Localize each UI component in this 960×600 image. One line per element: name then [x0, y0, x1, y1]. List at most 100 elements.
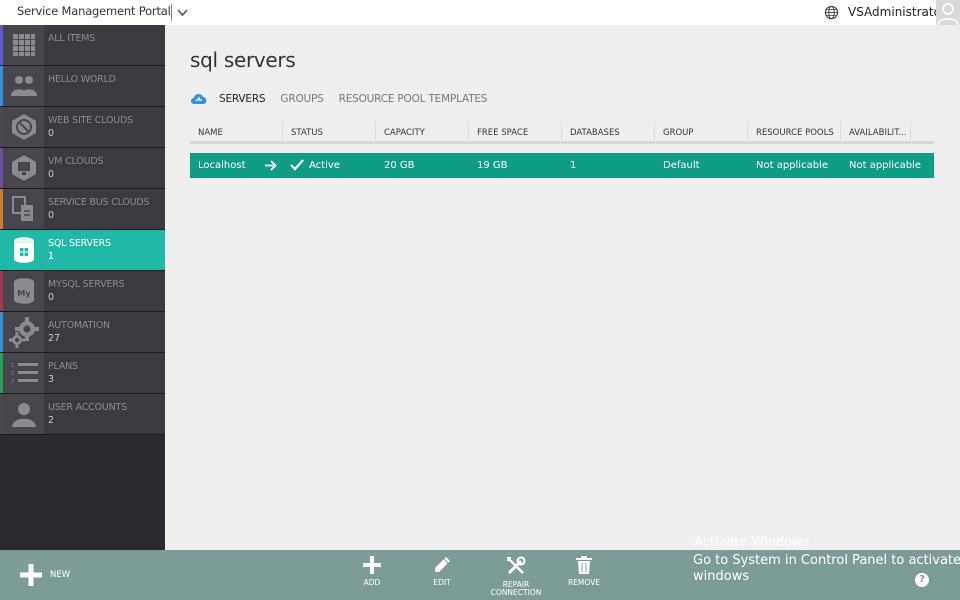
- column-header-name[interactable]: NAME: [190, 122, 283, 144]
- sidebar-item-vm-clouds[interactable]: VM CLOUDS 0: [0, 148, 165, 189]
- tools-icon: [507, 556, 526, 575]
- sidebar-item-label: ALL ITEMS: [48, 33, 96, 44]
- sidebar-item-plans[interactable]: 1 2 3 PLANS 3: [0, 353, 165, 394]
- mysql-icon: My: [13, 278, 34, 304]
- database-icon: [13, 237, 34, 263]
- sidebar-item-label: SQL SERVERS: [48, 238, 111, 249]
- new-button-label: NEW: [50, 570, 71, 580]
- help-icon[interactable]: ?: [915, 573, 929, 587]
- people-icon: [10, 76, 37, 96]
- sidebar-item-user-accounts[interactable]: USER ACCOUNTS 2: [0, 394, 165, 435]
- column-header-availability[interactable]: AVAILABILIT...: [841, 122, 911, 144]
- table-header: NAME STATUS CAPACITY FREE SPACE DATABASE…: [190, 122, 934, 144]
- sidebar-item-sql-servers[interactable]: SQL SERVERS 1: [0, 230, 165, 271]
- sidebar-item-count: 1: [48, 251, 55, 262]
- sidebar-item-count: 27: [48, 333, 61, 344]
- cell-free-space: 19 GB: [477, 160, 508, 171]
- user-name[interactable]: VSAdministrator: [848, 5, 946, 19]
- tab-resource-pool-templates[interactable]: RESOURCE POOL TEMPLATES: [339, 93, 488, 105]
- service-bus-icon: [11, 196, 33, 221]
- add-button-label: ADD: [363, 578, 381, 587]
- sidebar-item-label: HELLO WORLD: [48, 74, 116, 85]
- sidebar-item-count: 2: [48, 415, 55, 426]
- chevron-down-icon[interactable]: [176, 6, 189, 19]
- sidebar-item-label: VM CLOUDS: [48, 156, 104, 167]
- cell-group: Default: [663, 160, 700, 171]
- sidebar-item-service-bus-clouds[interactable]: SERVICE BUS CLOUDS 0: [0, 189, 165, 230]
- column-header-group[interactable]: GROUP: [655, 122, 748, 144]
- add-button[interactable]: ADD: [357, 556, 387, 600]
- sidebar-item-count: 0: [48, 292, 55, 303]
- edit-button[interactable]: EDIT: [427, 556, 457, 600]
- sidebar-item-mysql-servers[interactable]: My MYSQL SERVERS 0: [0, 271, 165, 312]
- svg-text:2: 2: [11, 371, 14, 377]
- title-divider: [171, 4, 172, 21]
- table-row[interactable]: Localhost Active 20 GB 19 GB 1 Default N…: [190, 153, 934, 178]
- icon-box: 1 2 3: [3, 353, 44, 393]
- portal-title[interactable]: Service Management Portal: [17, 4, 171, 18]
- sidebar-item-count: 0: [48, 210, 55, 221]
- icon-box: [3, 66, 44, 106]
- remove-button[interactable]: REMOVE: [564, 556, 604, 600]
- sidebar-item-web-site-clouds[interactable]: WEB SITE CLOUDS 0: [0, 107, 165, 148]
- icon-box: [3, 394, 44, 434]
- edit-button-label: EDIT: [433, 578, 451, 587]
- tab-groups[interactable]: GROUPS: [280, 93, 323, 105]
- cell-capacity: 20 GB: [384, 160, 415, 171]
- sidebar-item-count: 0: [48, 169, 55, 180]
- column-header-resource-pools[interactable]: RESOURCE POOLS: [748, 122, 841, 144]
- repair-connection-button[interactable]: REPAIR CONNECTION: [486, 556, 546, 600]
- svg-text:3: 3: [11, 379, 14, 385]
- cell-databases: 1: [570, 160, 577, 171]
- sidebar-item-label: WEB SITE CLOUDS: [48, 115, 133, 126]
- sidebar-item-all-items[interactable]: ALL ITEMS: [0, 25, 165, 66]
- sidebar-item-count: 3: [48, 374, 55, 385]
- icon-box: [3, 25, 44, 65]
- list-icon: 1 2 3: [11, 363, 38, 385]
- monitor-icon: [11, 155, 36, 181]
- cell-status: Active: [309, 160, 340, 171]
- tab-servers[interactable]: SERVERS: [219, 93, 266, 105]
- avatar[interactable]: [936, 0, 960, 25]
- user-avatar-icon: [937, 3, 959, 25]
- icon-box: [3, 189, 44, 229]
- sidebar-item-automation[interactable]: AUTOMATION 27: [0, 312, 165, 353]
- website-icon: [11, 114, 36, 140]
- cell-availability: Not applicable: [849, 160, 921, 171]
- grid-icon: [12, 34, 35, 56]
- cloud-refresh-icon: [191, 94, 207, 104]
- repair-connection-button-label: REPAIR CONNECTION: [490, 580, 542, 597]
- column-header-databases[interactable]: DATABASES: [562, 122, 655, 144]
- column-header-capacity[interactable]: CAPACITY: [376, 122, 469, 144]
- cell-resource-pools: Not applicable: [756, 160, 828, 171]
- sidebar-item-hello-world[interactable]: HELLO WORLD: [0, 66, 165, 107]
- gears-icon: [8, 317, 39, 348]
- cell-name: Localhost: [198, 160, 246, 171]
- user-icon: [11, 403, 36, 427]
- arrow-right-icon[interactable]: [265, 160, 277, 171]
- servers-table: NAME STATUS CAPACITY FREE SPACE DATABASE…: [190, 122, 934, 178]
- page-title: sql servers: [190, 48, 296, 72]
- tab-bar: SERVERS GROUPS RESOURCE POOL TEMPLATES: [190, 91, 502, 107]
- sidebar-item-label: SERVICE BUS CLOUDS: [48, 197, 150, 208]
- globe-icon[interactable]: [824, 5, 839, 20]
- watermark-line-1: Activate Windows: [694, 535, 810, 550]
- icon-box: [3, 148, 44, 188]
- watermark-line-3: windows: [693, 569, 750, 584]
- trash-icon: [576, 556, 592, 574]
- sidebar-item-count: 0: [48, 128, 55, 139]
- icon-box: [3, 312, 44, 352]
- icon-box: [3, 107, 44, 147]
- remove-button-label: REMOVE: [567, 578, 601, 587]
- main-content: sql servers SERVERS GROUPS RESOURCE POOL…: [165, 25, 960, 550]
- svg-text:My: My: [17, 289, 31, 298]
- column-header-status[interactable]: STATUS: [283, 122, 376, 144]
- new-button[interactable]: NEW: [20, 564, 80, 586]
- column-header-free-space[interactable]: FREE SPACE: [469, 122, 562, 144]
- top-bar: Service Management Portal VSAdministrato…: [0, 0, 960, 25]
- plus-icon: [363, 556, 381, 574]
- sidebar-item-label: USER ACCOUNTS: [48, 402, 127, 413]
- sidebar-item-label: MYSQL SERVERS: [48, 279, 125, 290]
- sidebar: ALL ITEMS HELLO WORLD WEB SITE CLOUDS 0: [0, 25, 165, 550]
- pencil-icon: [435, 557, 450, 572]
